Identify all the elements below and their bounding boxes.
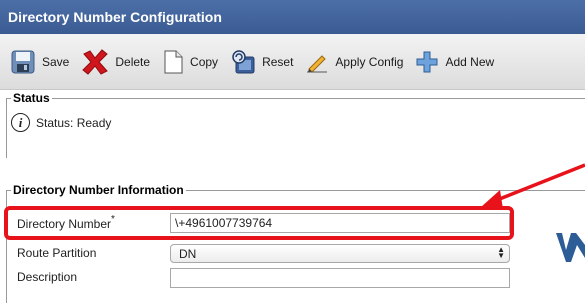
reset-icon	[232, 49, 255, 73]
delete-label: Delete	[115, 54, 151, 69]
status-section: Status i Status: Ready	[6, 90, 585, 158]
copy-icon	[164, 50, 183, 73]
pencil-icon	[307, 54, 328, 73]
description-label: Description	[17, 270, 78, 284]
apply-config-button[interactable]: Apply Config	[305, 51, 403, 73]
directory-number-section: Directory Number Information Directory N…	[6, 182, 585, 303]
page: Directory Number Configuration Save Dele…	[0, 0, 585, 303]
delete-icon	[82, 48, 109, 75]
status-row: i Status: Ready	[11, 113, 111, 132]
directory-section-legend: Directory Number Information	[11, 182, 186, 198]
plus-icon	[416, 51, 438, 72]
save-button[interactable]: Save	[10, 49, 69, 75]
add-new-label: Add New	[445, 54, 495, 69]
info-icon: i	[11, 113, 30, 132]
status-legend: Status	[11, 90, 52, 106]
route-partition-select[interactable]: DN ▲ ▼	[170, 244, 510, 263]
copy-button[interactable]: Copy	[162, 49, 218, 75]
required-marker: *	[111, 214, 115, 225]
route-partition-value: DN	[179, 247, 197, 261]
description-input[interactable]	[170, 268, 510, 288]
reset-button[interactable]: Reset	[230, 49, 293, 75]
directory-number-label-text: Directory Number	[17, 217, 112, 231]
page-title: Directory Number Configuration	[0, 0, 585, 34]
save-label: Save	[42, 54, 70, 69]
save-icon	[11, 50, 35, 73]
reset-label: Reset	[262, 54, 294, 69]
directory-number-input[interactable]: \+4961007739764	[170, 213, 510, 233]
delete-button[interactable]: Delete	[81, 48, 151, 75]
add-new-button[interactable]: Add New	[415, 50, 494, 74]
select-arrows-icon: ▲ ▼	[497, 245, 505, 260]
directory-number-label: Directory Number*	[17, 214, 115, 231]
route-partition-label: Route Partition	[17, 246, 97, 260]
toolbar: Save Delete Copy Reset Apply Config Add …	[0, 34, 585, 90]
copy-label: Copy	[190, 54, 219, 69]
status-text: Status: Ready	[36, 115, 112, 130]
apply-config-label: Apply Config	[335, 54, 404, 69]
